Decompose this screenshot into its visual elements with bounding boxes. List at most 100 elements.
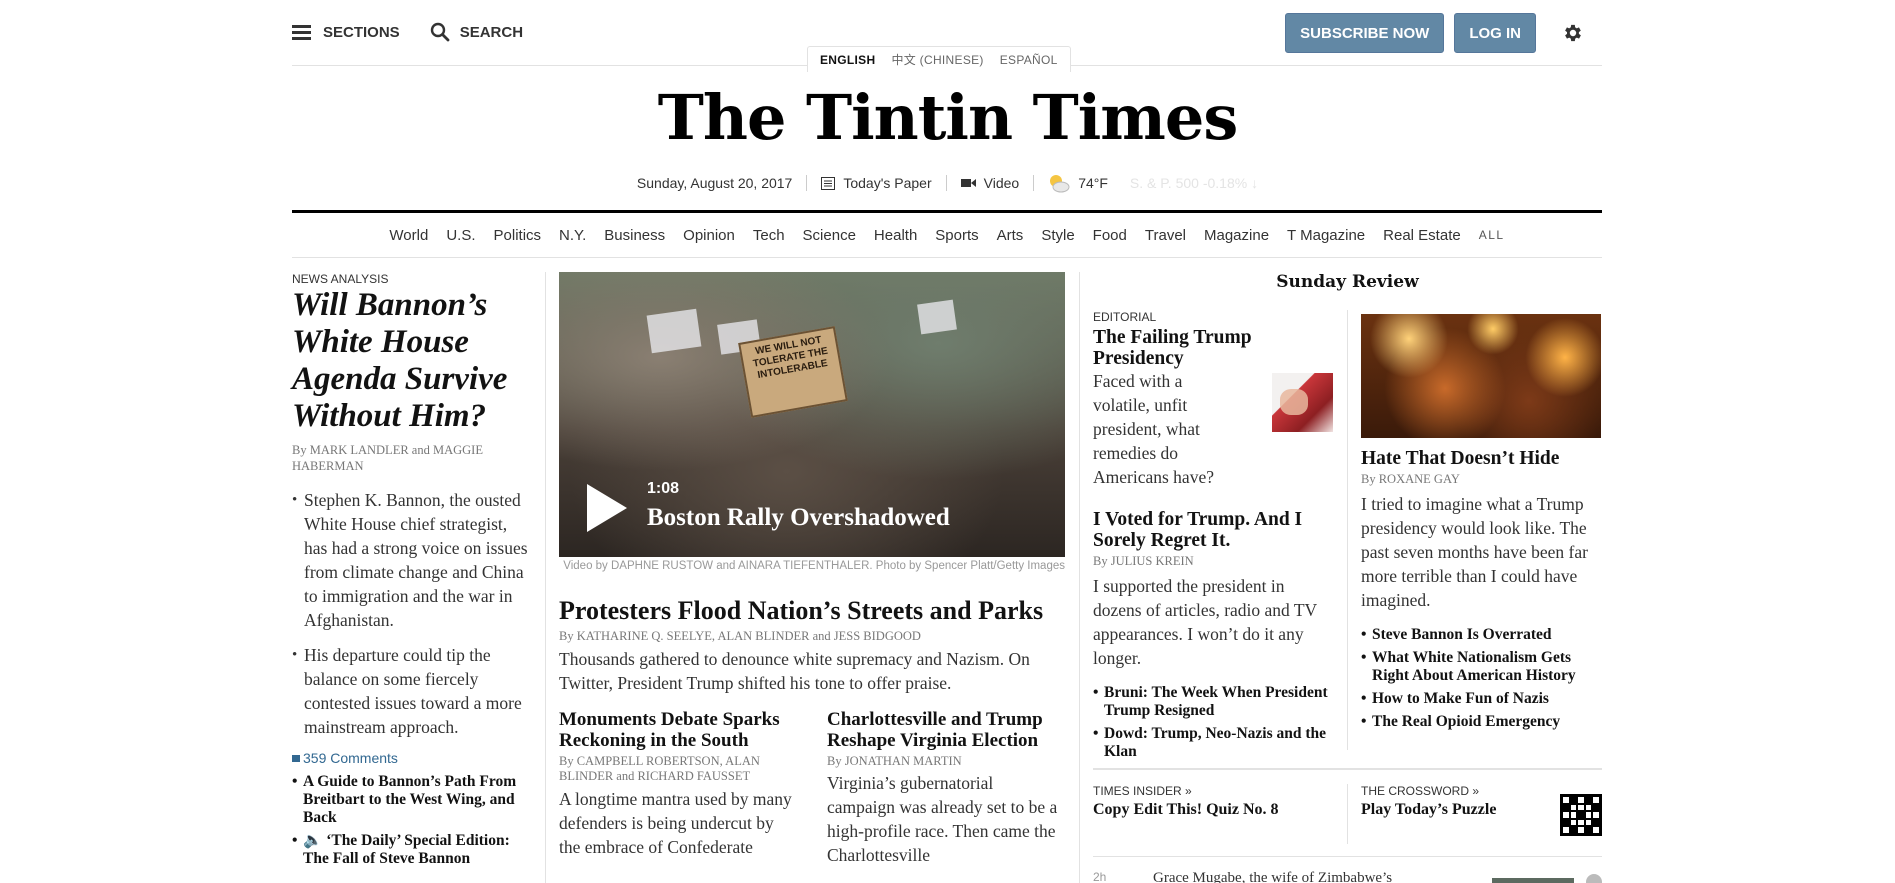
comments-link[interactable]: 359 Comments <box>292 750 532 766</box>
subscribe-button[interactable]: SUBSCRIBE NOW <box>1285 13 1445 53</box>
hamburger-icon <box>292 24 311 40</box>
scrollbar-thumb[interactable] <box>1586 874 1602 883</box>
story-byline: By CAMPBELL ROBERTSON, ALAN BLINDER and … <box>559 753 760 784</box>
nav-politics[interactable]: Politics <box>494 227 542 244</box>
lang-spanish[interactable]: ESPAÑOL <box>1000 53 1058 67</box>
related-link[interactable]: The Real Opioid Emergency <box>1361 713 1602 731</box>
search-label: SEARCH <box>459 23 524 41</box>
section-nav: World U.S. Politics N.Y. Business Opinio… <box>292 213 1602 258</box>
nav-real-estate[interactable]: Real Estate <box>1383 227 1461 244</box>
story-headline[interactable]: The Failing Trump Presidency <box>1093 327 1333 369</box>
comment-icon <box>292 754 300 762</box>
nav-tech[interactable]: Tech <box>753 227 785 244</box>
sections-button[interactable]: SECTIONS <box>292 24 400 41</box>
info-bar: Sunday, August 20, 2017 Today's Paper Vi… <box>0 173 1895 193</box>
story-headline[interactable]: Charlottesville and Trump Reshape Virgin… <box>827 709 1065 751</box>
related-links: Bruni: The Week When President Trump Res… <box>1093 684 1333 761</box>
story-summary: I tried to imagine what a Trump presiden… <box>1361 493 1588 610</box>
nav-arts[interactable]: Arts <box>997 227 1024 244</box>
login-button[interactable]: LOG IN <box>1454 13 1536 53</box>
nav-sports[interactable]: Sports <box>935 227 978 244</box>
promo-headline[interactable]: Copy Edit This! Quiz No. 8 <box>1093 801 1333 819</box>
related-link[interactable]: Steve Bannon Is Overrated <box>1361 626 1602 644</box>
column-divider <box>1347 784 1348 844</box>
search-icon <box>430 22 450 42</box>
nav-opinion[interactable]: Opinion <box>683 227 735 244</box>
lead-analysis-column: NEWS ANALYSIS Will Bannon’s White House … <box>292 272 532 873</box>
nav-magazine[interactable]: Magazine <box>1204 227 1269 244</box>
lang-english[interactable]: ENGLISH <box>820 53 875 67</box>
story-summary: I supported the president in dozens of a… <box>1093 575 1317 668</box>
todays-paper-link[interactable]: Today's Paper <box>821 175 932 191</box>
related-link[interactable]: What White Nationalism Gets Right About … <box>1361 649 1602 685</box>
column-divider <box>545 272 546 883</box>
story-thumbnail[interactable] <box>1272 373 1333 432</box>
related-link[interactable]: Bruni: The Week When President Trump Res… <box>1093 684 1333 720</box>
search-button[interactable]: SEARCH <box>430 22 523 42</box>
nav-style[interactable]: Style <box>1041 227 1074 244</box>
story-photo[interactable] <box>1361 314 1601 438</box>
nav-food[interactable]: Food <box>1093 227 1127 244</box>
promo-kicker[interactable]: TIMES INSIDER » <box>1093 784 1333 798</box>
nav-world[interactable]: World <box>389 227 428 244</box>
site-logo[interactable]: The Tintin Times <box>0 82 1895 154</box>
sections-label: SECTIONS <box>323 23 400 41</box>
crossword-promo[interactable]: THE CROSSWORD » Play Today’s Puzzle <box>1361 784 1602 836</box>
video-player[interactable]: WE WILL NOT TOLERATE THE INTOLERABLE 1:0… <box>559 272 1065 557</box>
story-summary: Faced with a volatile, unfit president, … <box>1093 371 1214 487</box>
video-label: Video <box>983 175 1020 191</box>
nav-all[interactable]: ALL <box>1479 228 1505 242</box>
divider <box>1033 175 1035 191</box>
story-headline[interactable]: Monuments Debate Sparks Reckoning in the… <box>559 709 797 751</box>
lead-headline[interactable]: Will Bannon’s White House Agenda Survive… <box>292 287 532 435</box>
section-title[interactable]: Sunday Review <box>1093 272 1602 292</box>
masthead: The Tintin Times <box>0 82 1895 154</box>
video-link[interactable]: Video <box>960 175 1020 191</box>
section-rule <box>1093 768 1602 770</box>
video-title[interactable]: Boston Rally Overshadowed <box>647 504 950 532</box>
nav-business[interactable]: Business <box>604 227 665 244</box>
times-insider-promo[interactable]: TIMES INSIDER » Copy Edit This! Quiz No.… <box>1093 784 1333 819</box>
gear-icon[interactable] <box>1562 22 1584 44</box>
weather-temp: 74°F <box>1078 175 1108 191</box>
market-ticker[interactable]: S. & P. 500 -0.18% ↓ <box>1130 175 1258 191</box>
comments-count: 359 Comments <box>303 750 398 767</box>
crossword-icon[interactable] <box>1560 794 1602 836</box>
ticker-thumbnail[interactable] <box>1492 878 1574 883</box>
play-icon[interactable] <box>587 484 627 532</box>
nav-ny[interactable]: N.Y. <box>559 227 586 244</box>
nav-t-magazine[interactable]: T Magazine <box>1287 227 1365 244</box>
story-byline: By MARK LANDLER and MAGGIE HABERMAN <box>292 443 483 473</box>
related-link[interactable]: A Guide to Bannon’s Path From Breitbart … <box>292 773 532 827</box>
ticker-text[interactable]: Grace Mugabe, the wife of Zimbabwe’s <box>1153 870 1392 883</box>
nav-us[interactable]: U.S. <box>446 227 475 244</box>
related-link[interactable]: Dowd: Trump, Neo-Nazis and the Klan <box>1093 725 1333 761</box>
related-links: Steve Bannon Is Overrated What White Nat… <box>1361 626 1602 731</box>
story-headline[interactable]: Hate That Doesn’t Hide <box>1361 448 1602 469</box>
summary-bullets: Stephen K. Bannon, the ousted White Hous… <box>292 488 532 739</box>
column-divider <box>1347 310 1348 750</box>
nav-health[interactable]: Health <box>874 227 917 244</box>
weather-link[interactable]: 74°F <box>1048 173 1108 193</box>
story-headline[interactable]: I Voted for Trump. And I Sorely Regret I… <box>1093 509 1333 551</box>
related-link[interactable]: 🔈 ‘The Daily’ Special Edition: The Fall … <box>292 832 532 868</box>
lang-chinese[interactable]: 中文 (CHINESE) <box>891 51 983 68</box>
story-byline: By KATHARINE Q. SEELYE, ALAN BLINDER and… <box>559 629 921 643</box>
news-ticker-item[interactable]: 2h Grace Mugabe, the wife of Zimbabwe’s <box>1093 870 1602 883</box>
section-rule <box>1093 856 1602 857</box>
ticker-time: 2h <box>1093 870 1107 883</box>
column-divider <box>1079 272 1080 883</box>
sunday-review-section: Sunday Review EDITORIAL The Failing Trum… <box>1093 272 1602 883</box>
nav-science[interactable]: Science <box>803 227 856 244</box>
nav-travel[interactable]: Travel <box>1145 227 1186 244</box>
story-summary: Virginia’s gubernatorial campaign was al… <box>827 773 1058 866</box>
media-credit: Video by DAPHNE RUSTOW and AINARA TIEFEN… <box>563 560 1065 572</box>
newspaper-icon <box>821 176 836 190</box>
story-kicker: NEWS ANALYSIS <box>292 272 389 286</box>
secondary-story: Charlottesville and Trump Reshape Virgin… <box>827 709 1065 868</box>
main-headline[interactable]: Protesters Flood Nation’s Streets and Pa… <box>559 596 1065 626</box>
summary-bullet: His departure could tip the balance on s… <box>292 643 532 739</box>
related-link[interactable]: How to Make Fun of Nazis <box>1361 690 1602 708</box>
story-byline: By JULIUS KREIN <box>1093 554 1194 568</box>
story-summary: Thousands gathered to denounce white sup… <box>559 648 1030 693</box>
